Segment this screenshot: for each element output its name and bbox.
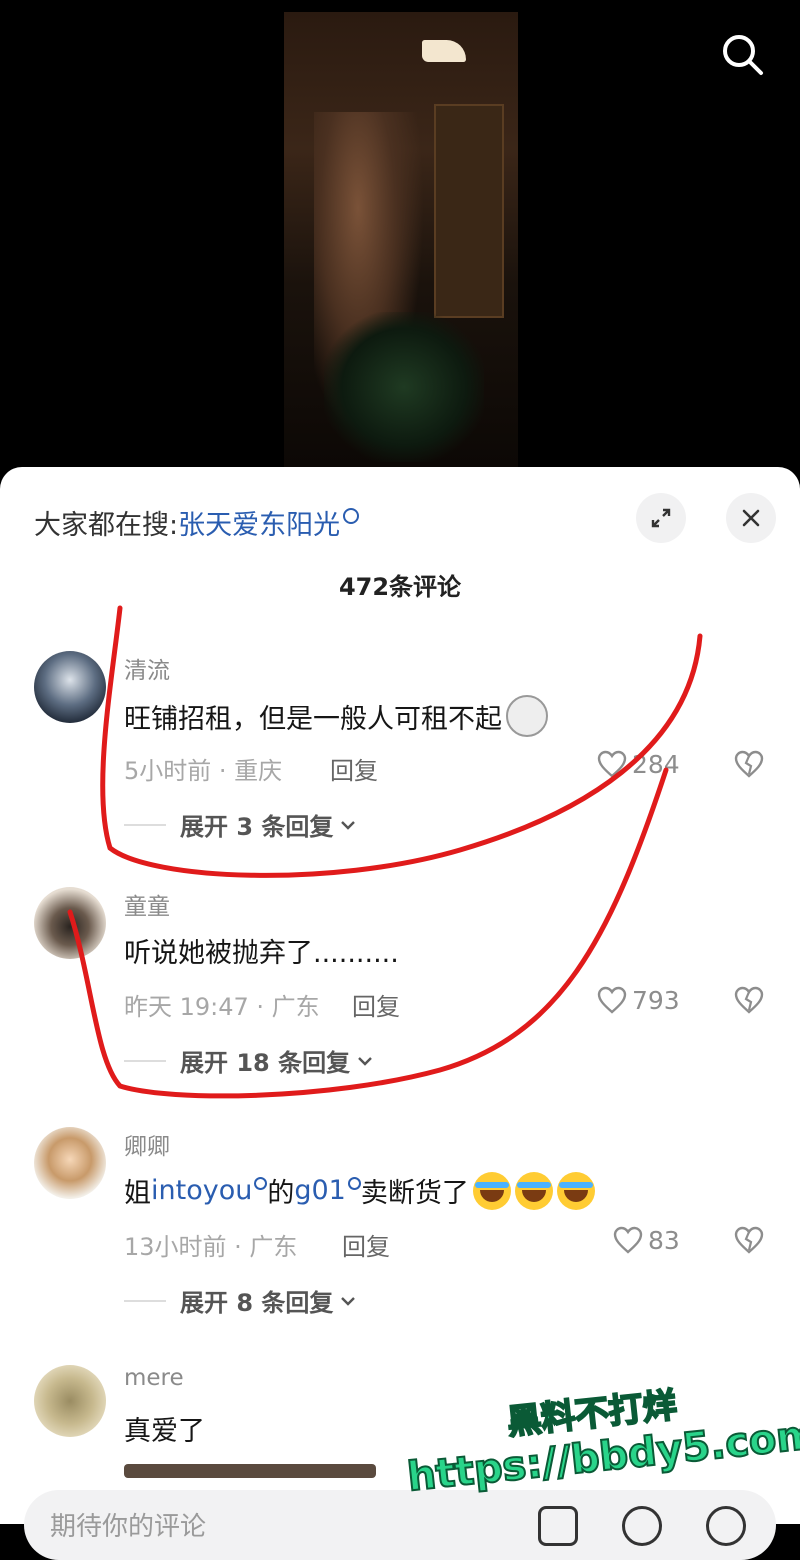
dislike-button[interactable] [732, 985, 766, 1019]
like-button[interactable]: 793 [596, 985, 680, 1015]
search-mini-icon [254, 1177, 268, 1190]
comments-sheet: 大家都在搜:张天爱东阳光 472条评论 清流 旺铺招租，但是一般人可租不起 5小… [0, 467, 800, 1524]
dislike-button[interactable] [732, 1225, 766, 1259]
broken-heart-icon [734, 986, 764, 1014]
comment-item: 清流 旺铺招租，但是一般人可租不起 5小时前 · 重庆 回复 284 展开 3 … [0, 651, 800, 881]
comment-text: 姐 intoyou 的 g01 卖断货了 [124, 1171, 595, 1210]
comment-username[interactable]: 卿卿 [124, 1127, 170, 1161]
video-plant [324, 312, 484, 462]
like-button[interactable]: 83 [612, 1225, 680, 1255]
crying-laughing-emoji-icon [514, 1171, 553, 1210]
reply-button[interactable]: 回复 [352, 987, 400, 1022]
chevron-down-icon [341, 820, 356, 830]
avatar[interactable] [34, 887, 106, 959]
comment-count: 472条评论 [338, 573, 462, 601]
divider [124, 1059, 166, 1062]
avatar[interactable] [34, 1127, 106, 1199]
like-count: 83 [648, 1225, 680, 1255]
video-player[interactable] [0, 0, 800, 470]
crying-laughing-emoji-icon [472, 1171, 511, 1210]
image-icon[interactable] [538, 1506, 578, 1546]
avatar[interactable] [34, 651, 106, 723]
search-mini-icon [347, 1177, 361, 1190]
broken-heart-icon [734, 750, 764, 778]
cat-emoji-icon [506, 695, 548, 737]
like-button[interactable]: 284 [596, 749, 680, 779]
comment-text: 真爱了 [124, 1416, 205, 1447]
close-button[interactable] [726, 493, 776, 543]
mention-link[interactable]: intoyou [151, 1175, 268, 1206]
comment-image-thumbnail[interactable] [124, 1464, 376, 1478]
comment-time-location: 13小时前 · 广东 [124, 1233, 298, 1261]
expand-replies-button[interactable]: 展开 8 条回复 [124, 1283, 357, 1318]
search-icon[interactable] [718, 30, 766, 78]
comment-username[interactable]: mere [124, 1365, 184, 1391]
reply-button[interactable]: 回复 [342, 1227, 390, 1262]
dislike-button[interactable] [732, 749, 766, 783]
hot-search-term[interactable]: 张天爱东阳光 [178, 510, 340, 541]
comment-username[interactable]: 清流 [124, 651, 170, 685]
avatar[interactable] [34, 1365, 106, 1437]
comment-input[interactable]: 期待你的评论 [50, 1506, 206, 1543]
heart-icon [613, 1226, 643, 1254]
crying-laughing-emoji-icon [556, 1171, 595, 1210]
comment-input-bar[interactable]: 期待你的评论 [24, 1490, 776, 1560]
expand-icon [651, 508, 671, 528]
comment-item: 卿卿 姐 intoyou 的 g01 卖断货了 13小时前 · 广东 回复 83 展开… [0, 1127, 800, 1357]
comment-text: 旺铺招租，但是一般人可租不起 [124, 695, 548, 737]
heart-icon [597, 986, 627, 1014]
heart-icon [597, 750, 627, 778]
chevron-down-icon [341, 1296, 356, 1306]
comment-time-location: 昨天 19:47 · 广东 [124, 993, 320, 1021]
broken-heart-icon [734, 1226, 764, 1254]
comment-text: 听说她被抛弃了.......... [124, 938, 399, 969]
reply-button[interactable]: 回复 [330, 751, 378, 786]
chevron-down-icon [358, 1056, 372, 1066]
video-frame [284, 12, 518, 468]
divider [124, 1299, 166, 1302]
hot-search-bar[interactable]: 大家都在搜:张天爱东阳光 [34, 503, 360, 542]
hot-search-prefix: 大家都在搜: [34, 510, 179, 541]
mention-link[interactable]: g01 [294, 1175, 361, 1206]
divider [124, 823, 166, 826]
expand-replies-button[interactable]: 展开 18 条回复 [124, 1043, 374, 1078]
close-icon [742, 509, 760, 527]
emoji-icon[interactable] [706, 1506, 746, 1546]
ceiling-light [422, 40, 466, 62]
comment-item: 童童 听说她被抛弃了.......... 昨天 19:47 · 广东 回复 79… [0, 887, 800, 1117]
like-count: 284 [632, 749, 680, 779]
expand-replies-button[interactable]: 展开 3 条回复 [124, 807, 357, 842]
comment-username[interactable]: 童童 [124, 887, 170, 921]
like-count: 793 [632, 985, 680, 1015]
at-mention-icon[interactable] [622, 1506, 662, 1546]
fullscreen-expand-button[interactable] [636, 493, 686, 543]
background-window [434, 104, 504, 318]
search-mini-icon [343, 508, 360, 524]
comment-time-location: 5小时前 · 重庆 [124, 757, 283, 785]
